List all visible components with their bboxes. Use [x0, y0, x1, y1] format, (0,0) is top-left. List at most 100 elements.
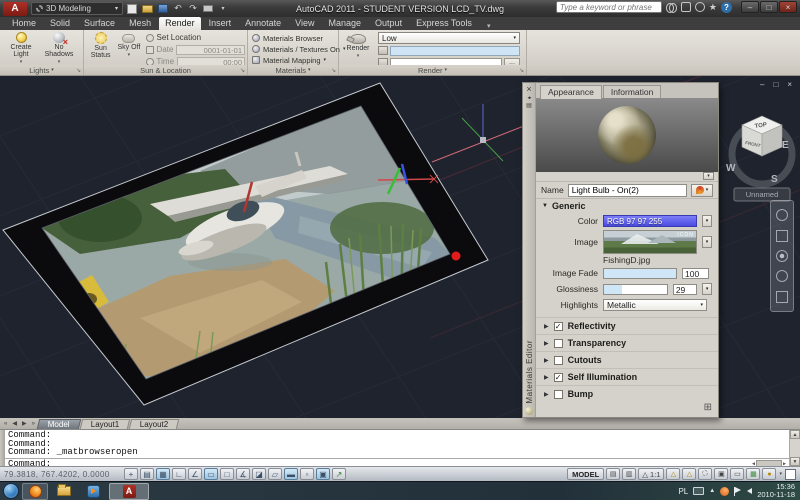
transparency-checkbox[interactable] — [553, 338, 563, 348]
image-fade-slider[interactable] — [603, 267, 677, 279]
performance-bulb-icon[interactable]: ● — [762, 468, 777, 480]
tab-annotate[interactable]: Annotate — [239, 17, 287, 30]
auto-hide-icon[interactable]: ◂▸ — [527, 94, 531, 102]
autocad-logo[interactable]: A — [3, 1, 27, 16]
otrack-toggle[interactable]: ∡ — [236, 468, 250, 480]
navigation-bar[interactable] — [770, 200, 794, 312]
showmotion-icon[interactable] — [776, 290, 788, 303]
image-fade-value[interactable]: 100 — [682, 267, 709, 279]
search-icon[interactable] — [665, 3, 677, 13]
render-window-icon[interactable] — [378, 46, 388, 55]
tab-view[interactable]: View — [289, 17, 320, 30]
expand-icon[interactable]: ▶ — [544, 340, 549, 347]
qat-dropdown-icon[interactable]: ▾ — [218, 5, 228, 12]
qp-toggle[interactable]: ▣ — [316, 468, 330, 480]
close-button[interactable]: × — [779, 1, 797, 13]
taskbar-clock[interactable]: 15:36 2010-11-18 — [757, 482, 797, 500]
tab-render[interactable]: Render — [159, 17, 201, 30]
grid-toggle[interactable]: ▦ — [156, 468, 170, 480]
image-thumbnail[interactable]: ICON — [603, 230, 697, 254]
orbit-icon[interactable] — [776, 270, 788, 283]
workspace-switch-icon[interactable] — [698, 468, 713, 480]
3dosnap-toggle[interactable]: □ — [220, 468, 234, 480]
swap-editor-icon[interactable]: ⊞ — [704, 402, 712, 413]
toolbar-lock-icon[interactable]: ▣ — [714, 468, 729, 480]
quick-view-layouts-button[interactable]: ▤ — [606, 468, 621, 480]
render-quality-select[interactable]: Low ▾ — [378, 32, 520, 44]
dialog-launcher-icon[interactable]: ↘ — [519, 67, 524, 74]
next-layout-icon[interactable]: ▶ — [20, 420, 29, 427]
ducs-toggle[interactable]: ◪ — [252, 468, 266, 480]
render-button[interactable]: Render ▾ — [341, 32, 375, 66]
new-file-icon[interactable] — [127, 3, 137, 14]
section-self-illumination[interactable]: ▶ ✓ Self Illumination — [536, 368, 718, 385]
communication-center-icon[interactable] — [694, 2, 705, 12]
tab-home[interactable]: Home — [6, 17, 42, 30]
date-field[interactable]: 0001-01-01 — [176, 44, 245, 55]
drawing-close-button[interactable]: × — [787, 80, 792, 89]
lights-panel-title[interactable]: Lights ▾ ↘ — [0, 65, 83, 75]
cutouts-checkbox[interactable] — [553, 355, 563, 365]
panel-properties-icon[interactable]: ▤ — [526, 102, 532, 109]
scroll-up-icon[interactable]: ▲ — [790, 430, 800, 439]
taskbar-autocad[interactable]: A — [109, 482, 149, 500]
tab-model[interactable]: Model — [36, 418, 81, 429]
image-options-button[interactable]: ▾ — [701, 236, 712, 248]
sun-panel-title[interactable]: Sun & Location ↘ — [84, 65, 247, 75]
create-light-button[interactable]: Create Light ▾ — [2, 32, 40, 66]
material-mapping-button[interactable]: Material Mapping ▾ — [252, 55, 334, 65]
drawing-minimize-button[interactable]: – — [760, 80, 764, 89]
minimize-button[interactable]: – — [741, 1, 759, 13]
taskbar-explorer[interactable] — [51, 483, 77, 500]
reflectivity-checkbox[interactable]: ✓ — [553, 321, 563, 331]
status-menu-icon[interactable]: ▾ — [778, 471, 783, 477]
section-transparency[interactable]: ▶ Transparency — [536, 334, 718, 351]
osnap-toggle[interactable]: ▭ — [204, 468, 218, 480]
auto-annotation-button[interactable]: △ — [682, 468, 697, 480]
sun-status-button[interactable]: Sun Status — [86, 32, 115, 66]
section-bump[interactable]: ▶ Bump — [536, 385, 718, 402]
render-window-field[interactable] — [390, 45, 520, 56]
prev-layout-icon[interactable]: ◀ — [10, 420, 19, 427]
annotation-scale-button[interactable]: △ 1:1 — [638, 468, 665, 480]
tab-mesh[interactable]: Mesh — [123, 17, 157, 30]
help-icon[interactable]: ? — [721, 1, 732, 13]
taskbar-media-player[interactable] — [80, 483, 106, 500]
tpy-toggle[interactable]: ▫ — [300, 468, 314, 480]
model-space-button[interactable]: MODEL — [567, 468, 605, 480]
undo-icon[interactable]: ↶ — [173, 3, 183, 14]
wrench-icon[interactable] — [680, 2, 691, 12]
no-shadows-button[interactable]: No Shadows ▾ — [40, 32, 78, 66]
expand-icon[interactable]: ▶ — [544, 374, 549, 381]
preview-options-button[interactable]: ▾ — [703, 172, 714, 180]
command-text-area[interactable]: Command: Command: Command: _matbrowserop… — [5, 430, 789, 469]
tab-layout2[interactable]: Layout2 — [128, 418, 180, 429]
status-tray-icon[interactable]: ▭ — [730, 468, 745, 480]
ortho-toggle[interactable]: ∟ — [172, 468, 186, 480]
command-scrollbar[interactable]: ▲ ▼ — [789, 430, 800, 466]
clean-screen-button[interactable] — [785, 468, 796, 480]
dialog-launcher-icon[interactable]: ↘ — [76, 67, 81, 74]
search-input[interactable] — [555, 1, 662, 13]
material-preview[interactable] — [536, 98, 718, 172]
tab-surface[interactable]: Surface — [78, 17, 121, 30]
highlights-select[interactable]: Metallic ▾ — [603, 299, 707, 311]
steering-wheel-icon[interactable] — [776, 209, 788, 222]
bump-checkbox[interactable] — [553, 389, 563, 399]
tab-output[interactable]: Output — [369, 17, 408, 30]
ribbon-minimize-icon[interactable]: ▾ — [484, 22, 494, 30]
section-cutouts[interactable]: ▶ Cutouts — [536, 351, 718, 368]
lcd-tv-model[interactable] — [2, 82, 489, 406]
first-layout-icon[interactable]: « — [2, 421, 9, 427]
favorites-star-icon[interactable]: ★ — [709, 1, 717, 13]
annotation-visibility-button[interactable]: △ — [666, 468, 681, 480]
open-file-icon[interactable] — [142, 4, 153, 13]
color-swatch-button[interactable]: ▾ — [691, 183, 713, 197]
tab-layout1[interactable]: Layout1 — [79, 418, 131, 429]
compass-west[interactable]: W — [726, 163, 736, 174]
plot-icon[interactable] — [203, 5, 213, 12]
lwt-toggle[interactable]: ▬ — [284, 468, 298, 480]
materials-textures-on-button[interactable]: Materials / Textures On ▾ — [252, 44, 346, 54]
glossiness-slider[interactable] — [603, 283, 668, 295]
expand-icon[interactable]: ▶ — [544, 391, 549, 398]
